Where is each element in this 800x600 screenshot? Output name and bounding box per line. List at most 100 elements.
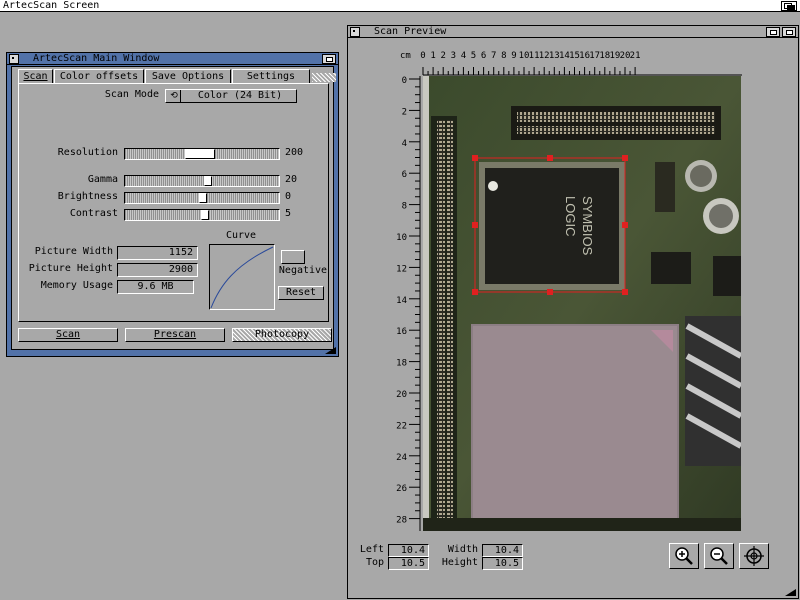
resolution-slider[interactable]: [124, 148, 280, 160]
resolution-value: 200: [285, 147, 304, 158]
picture-width-value: 1152: [117, 246, 198, 260]
close-icon[interactable]: [9, 54, 19, 64]
left-value[interactable]: 10.4: [388, 544, 429, 557]
main-window: ArtecScan Main Window Scan Color offsets…: [6, 52, 339, 357]
zoom-gadget-icon[interactable]: [766, 27, 780, 37]
gamma-slider[interactable]: [124, 175, 280, 187]
width-value[interactable]: 10.4: [482, 544, 523, 557]
top-ruler: cm 0 1 2 3 4 5 6 7 8 9 10 11 12 13 14 15 16 17 18 19 20 21: [400, 51, 742, 76]
tab-bar: Scan Color offsets Save Options Settings: [18, 69, 338, 84]
resolution-label: Resolution: [57, 147, 118, 158]
top-value[interactable]: 10.5: [388, 557, 429, 570]
ruler-label: 22: [396, 421, 407, 431]
ruler-label: 18: [396, 359, 407, 369]
picture-width-label: Picture Width: [34, 246, 113, 257]
ruler-label: 14: [396, 296, 407, 306]
ruler-label: 28: [396, 516, 407, 526]
zoom-in-icon: [675, 547, 693, 565]
ruler-label: 4: [402, 139, 407, 149]
ruler-label: 6: [481, 51, 486, 61]
ruler-label: 5: [471, 51, 476, 61]
negative-label: Negative: [278, 265, 328, 276]
screen-title: ArtecScan Screen: [3, 0, 100, 11]
gamma-curve: [209, 244, 275, 310]
scan-preview-image[interactable]: SYMBIOS LOGIC: [423, 76, 741, 531]
preview-window: Scan Preview cm 0 1 2 3 4 5 6 7 8 9 10 11 12 13 14 15 16…: [347, 25, 799, 599]
scan-button-label: Scan: [55, 329, 81, 340]
ruler-label: 2: [402, 107, 407, 117]
chip-label-1: SYMBIOS: [580, 196, 595, 256]
tab-settings[interactable]: Settings: [232, 69, 310, 83]
chip-label-2: LOGIC: [563, 196, 578, 236]
ruler-label: 8: [402, 202, 407, 212]
main-window-titlebar[interactable]: ArtecScan Main Window: [7, 53, 338, 65]
negative-checkbox[interactable]: [281, 250, 305, 264]
tab-color-offsets[interactable]: Color offsets: [54, 69, 144, 83]
ruler-label: 0: [420, 51, 425, 61]
resolution-slider-knob[interactable]: [185, 149, 215, 159]
ruler-label: 8: [501, 51, 506, 61]
height-label: Height: [441, 557, 478, 568]
height-value[interactable]: 10.5: [482, 557, 523, 570]
picture-height-value: 2900: [117, 263, 198, 277]
screen-depth-icon[interactable]: [781, 1, 797, 11]
brightness-label: Brightness: [57, 191, 118, 202]
ruler-label: 24: [396, 453, 407, 463]
tab-color-offsets-label: Color offsets: [59, 71, 139, 82]
zoom-out-button[interactable]: [704, 543, 734, 569]
crosshair-icon: [744, 546, 764, 566]
main-window-body: Scan Color offsets Save Options Settings…: [11, 66, 336, 350]
ruler-label: 12: [396, 264, 407, 274]
brightness-slider[interactable]: [124, 192, 280, 204]
ruler-label: 6: [402, 170, 407, 180]
contrast-slider[interactable]: [124, 209, 280, 221]
crosshair-button[interactable]: [739, 543, 769, 569]
contrast-value: 5: [285, 208, 292, 219]
tab-scan[interactable]: Scan: [18, 69, 53, 84]
close-icon[interactable]: [350, 27, 360, 37]
ruler-label: 10: [396, 233, 407, 243]
gamma-label: Gamma: [87, 174, 118, 185]
scan-tab-panel: Scan Mode ⟲ Color (24 Bit) Resolution 20…: [18, 83, 329, 322]
window-depth-icon[interactable]: [322, 54, 336, 64]
ruler-label: 0: [402, 76, 407, 86]
gamma-slider-knob[interactable]: [204, 176, 212, 186]
zoom-in-button[interactable]: [669, 543, 699, 569]
memory-usage-label: Memory Usage: [40, 280, 113, 291]
contrast-label: Contrast: [69, 208, 118, 219]
width-label: Width: [447, 544, 478, 555]
tab-scan-label: Scan: [23, 71, 48, 82]
ruler-label: 3: [451, 51, 456, 61]
reset-button[interactable]: Reset: [278, 286, 324, 300]
tab-save-options[interactable]: Save Options: [145, 69, 231, 83]
ruler-label: 20: [396, 390, 407, 400]
left-ruler: 0246810121416182022242628: [396, 76, 421, 531]
ruler-label: 2: [440, 51, 445, 61]
brightness-value: 0: [285, 191, 292, 202]
preview-window-sizer[interactable]: [784, 589, 797, 597]
contrast-slider-knob[interactable]: [201, 210, 209, 220]
cycle-icon: ⟲: [168, 90, 181, 102]
reset-button-label: Reset: [285, 287, 317, 298]
tab-save-options-label: Save Options: [151, 71, 225, 82]
picture-height-label: Picture Height: [28, 263, 113, 274]
scan-button[interactable]: Scan: [18, 328, 118, 342]
left-label: Left: [359, 544, 384, 555]
brightness-slider-knob[interactable]: [199, 193, 207, 203]
prescan-button[interactable]: Prescan: [125, 328, 225, 342]
tab-bar-fill: [312, 73, 336, 82]
screen-title-bar: ArtecScan Screen: [0, 0, 800, 12]
gamma-curve-graph: [210, 246, 274, 309]
scan-mode-label: Scan Mode: [104, 89, 159, 100]
main-window-title: ArtecScan Main Window: [33, 53, 160, 64]
gamma-value: 20: [285, 174, 298, 185]
scan-mode-cycle[interactable]: ⟲ Color (24 Bit): [165, 89, 297, 103]
circuit-board-image: SYMBIOS LOGIC: [423, 76, 741, 531]
preview-window-titlebar[interactable]: Scan Preview: [348, 26, 798, 38]
ruler-label: 7: [491, 51, 496, 61]
main-window-sizer[interactable]: [324, 347, 337, 355]
ruler-label: 21: [630, 51, 641, 61]
memory-usage-value: 9.6 MB: [117, 280, 194, 294]
window-depth-icon[interactable]: [782, 27, 796, 37]
tab-settings-label: Settings: [246, 71, 296, 82]
